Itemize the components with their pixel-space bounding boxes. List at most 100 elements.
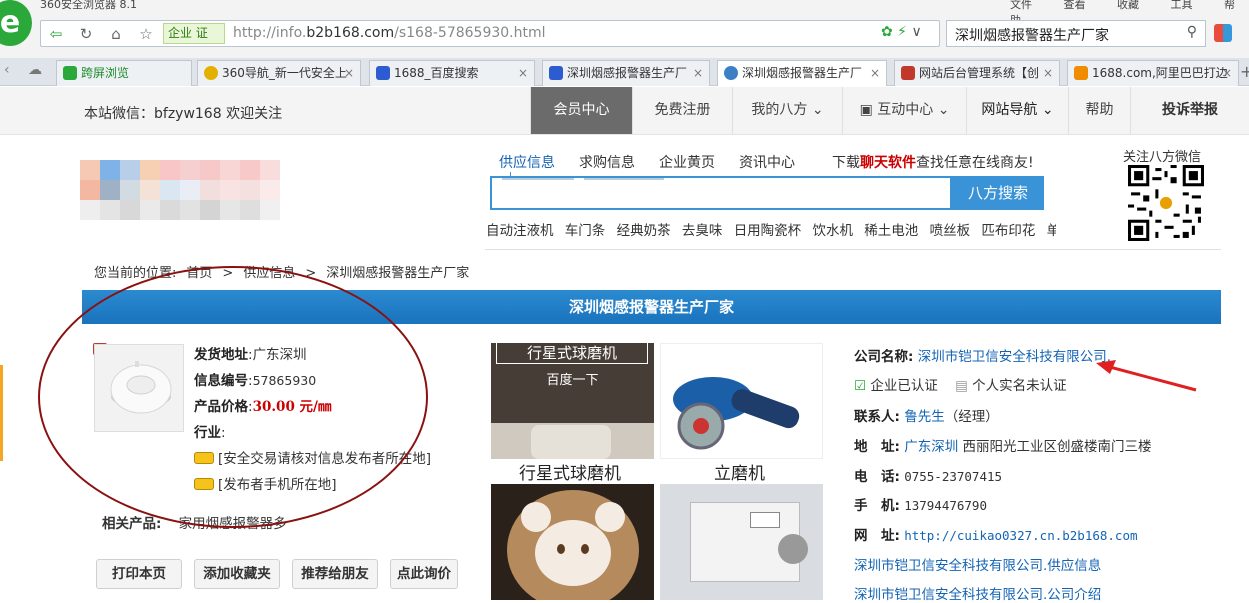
nav-member-center[interactable]: 会员中心: [530, 87, 632, 134]
website-link[interactable]: http://cuikao0327.cn.b2b168.com: [904, 528, 1137, 543]
contact-row: 联系人: 鲁先生（经理）: [854, 409, 999, 425]
address-city-link[interactable]: 广东深圳: [904, 439, 958, 455]
company-name-link[interactable]: 深圳市铠卫信安全科技有限公司.: [918, 349, 1111, 365]
tab-baidu-search[interactable]: 1688_百度搜索 ×: [369, 60, 535, 86]
nav-register[interactable]: 免费注册: [632, 87, 732, 134]
check-icon: ☑: [854, 378, 867, 394]
nav-interaction-center[interactable]: ▣ 互动中心 ⌄: [842, 87, 966, 134]
gallery-thumb-grinder[interactable]: [660, 343, 823, 459]
gallery-thumb-ball-mill[interactable]: 行星式球磨机 百度一下: [491, 343, 654, 459]
search-tab-yellow-pages[interactable]: 企业黄页: [659, 152, 715, 172]
qr-title: 关注八方微信: [1123, 150, 1202, 165]
red-annotation-arrow: [1096, 360, 1197, 392]
gallery-caption-vertical-mill[interactable]: 立磨机: [714, 459, 765, 484]
nav-site-guide[interactable]: 网站导航 ⌄: [966, 87, 1068, 134]
side-float-tab[interactable]: [0, 365, 3, 461]
address-row: 地 址: 广东深圳 西丽阳光工业区创盛楼南门三楼: [854, 439, 1152, 455]
tab-smoke-alarm-1[interactable]: 深圳烟感报警器生产厂 ×: [542, 60, 710, 86]
menu-favorites[interactable]: 收藏: [1117, 0, 1139, 11]
overlay-title: 行星式球磨机: [496, 343, 648, 364]
hot-keyword[interactable]: 单…: [1047, 223, 1056, 239]
inquiry-button[interactable]: 点此询价: [390, 559, 458, 589]
back-icon[interactable]: ⇦: [45, 24, 67, 44]
menu-file[interactable]: 文件: [1010, 0, 1032, 11]
site-search-button[interactable]: 八方搜索: [952, 176, 1044, 210]
close-icon[interactable]: ×: [1222, 61, 1232, 85]
browser-logo-icon: e: [0, 0, 32, 46]
search-tab-purchase[interactable]: 求购信息: [579, 152, 635, 172]
tab-1688[interactable]: 1688.com,阿里巴巴打边 ×: [1067, 60, 1239, 86]
hot-keywords: 自动注液机 车门条 经典奶茶 去臭味 日用陶瓷杯 饮水机 稀土电池 喷丝板 匹布…: [486, 219, 1056, 239]
gallery-thumb-machine[interactable]: [660, 484, 823, 600]
menu-tools[interactable]: 工具: [1171, 0, 1193, 11]
close-icon[interactable]: ×: [1043, 61, 1053, 85]
recommend-friend-button[interactable]: 推荐给朋友: [292, 559, 378, 589]
hot-keyword[interactable]: 饮水机: [812, 223, 853, 239]
mobile-row: 手 机: 13794476790: [854, 498, 987, 514]
tab-strip: 跨屏浏览 360导航_新一代安全上 × 1688_百度搜索 × 深圳烟感报警器生产厂…: [0, 58, 1249, 86]
print-page-button[interactable]: 打印本页: [96, 559, 182, 589]
browser-toolbar: e 360安全浏览器 8.1 文件 查看 收藏 工具 帮助 ⇦ ↻ ⌂ ☆ 企业…: [0, 0, 1249, 58]
home-icon[interactable]: ⌂: [105, 24, 127, 44]
hot-keyword[interactable]: 经典奶茶: [617, 223, 671, 239]
close-icon[interactable]: ×: [344, 61, 354, 85]
wechat-note: 本站微信：bfzyw168 欢迎关注: [84, 106, 283, 122]
site-logo[interactable]: [70, 158, 290, 220]
favorite-star-icon[interactable]: ☆: [135, 24, 157, 44]
company-supply-link[interactable]: 深圳市铠卫信安全科技有限公司.供应信息: [854, 554, 1101, 574]
gallery-caption-ball-mill[interactable]: 行星式球磨机: [519, 459, 621, 484]
hot-keyword[interactable]: 匹布印花: [981, 223, 1035, 239]
red-annotation-ellipse: [38, 266, 428, 528]
close-icon[interactable]: ×: [693, 61, 703, 85]
search-tab-supply[interactable]: 供应信息: [499, 152, 555, 172]
close-icon[interactable]: ×: [518, 61, 528, 85]
chevron-down-icon: ⌄: [1041, 102, 1054, 118]
browser-search-query[interactable]: 深圳烟感报警器生产厂家: [955, 25, 1109, 45]
header-divider: [485, 249, 1221, 250]
hot-keyword[interactable]: 自动注液机: [486, 223, 554, 239]
site-search-input[interactable]: [490, 176, 952, 210]
store-icon: ▣: [859, 102, 873, 118]
download-chat-note[interactable]: 下载聊天软件查找任意在线商友!: [832, 152, 1034, 172]
angle-grinder-icon: [673, 377, 800, 450]
id-card-icon: ▤: [955, 378, 968, 394]
hot-keyword[interactable]: 稀土电池: [864, 223, 918, 239]
speed-mode-icon[interactable]: ✿ ⚡ ∨: [881, 24, 922, 40]
company-intro-link[interactable]: 深圳市铠卫信安全科技有限公司.公司介绍: [854, 583, 1101, 603]
new-tab-icon[interactable]: +: [1240, 62, 1249, 81]
add-favorite-button[interactable]: 添加收藏夹: [194, 559, 280, 589]
close-icon[interactable]: ×: [870, 61, 880, 85]
address-bar[interactable]: ⇦ ↻ ⌂ ☆ 企业 证 http://info.b2b168.com/s168…: [40, 20, 940, 47]
website-row: 网 址: http://cuikao0327.cn.b2b168.com: [854, 528, 1138, 544]
nav-help[interactable]: 帮助: [1068, 87, 1130, 134]
gallery-thumb-latte[interactable]: [491, 484, 654, 600]
nav-complaint[interactable]: 投诉举报: [1130, 87, 1249, 134]
tab-cross-screen[interactable]: 跨屏浏览: [56, 60, 192, 86]
hot-keyword[interactable]: 喷丝板: [930, 223, 971, 239]
refresh-icon[interactable]: ↻: [75, 24, 97, 44]
cert-row: ☑ 企业已认证 ▤ 个人实名未认证: [854, 378, 1067, 394]
browser-title: 360安全浏览器 8.1: [40, 0, 137, 11]
site-top-bar: 本站微信：bfzyw168 欢迎关注 会员中心 免费注册 我的八方 ⌄ ▣ 互动…: [0, 87, 1249, 135]
overlay-baidu[interactable]: 百度一下: [491, 369, 654, 388]
enterprise-cert-badge[interactable]: 企业 证: [163, 23, 225, 44]
hot-keyword[interactable]: 车门条: [565, 223, 606, 239]
browser-search-box[interactable]: 深圳烟感报警器生产厂家 ⚲: [946, 20, 1206, 47]
cloud-icon[interactable]: ☁: [28, 62, 42, 78]
chevron-down-icon: ⌄: [937, 102, 950, 118]
tab-smoke-alarm-active[interactable]: 深圳烟感报警器生产厂 ×: [717, 60, 887, 86]
tab-scroll-left-icon[interactable]: ‹: [4, 62, 10, 78]
contact-person-link[interactable]: 鲁先生: [904, 409, 945, 425]
hot-keyword[interactable]: 日用陶瓷杯: [734, 223, 802, 239]
wechat-qr-code: [1128, 165, 1204, 241]
nav-my-bafang[interactable]: 我的八方 ⌄: [732, 87, 842, 134]
apps-icon[interactable]: [1214, 24, 1232, 42]
tab-admin-system[interactable]: 网站后台管理系统【创 ×: [894, 60, 1060, 86]
search-tab-news[interactable]: 资讯中心: [739, 152, 795, 172]
url-text[interactable]: http://info.b2b168.com/s168-57865930.htm…: [233, 25, 546, 41]
search-icon[interactable]: ⚲: [1187, 24, 1197, 40]
hot-keyword[interactable]: 去臭味: [682, 223, 723, 239]
menu-view[interactable]: 查看: [1064, 0, 1086, 11]
tel-row: 电 话: 0755-23707415: [854, 469, 1003, 485]
tab-360-nav[interactable]: 360导航_新一代安全上 ×: [197, 60, 361, 86]
